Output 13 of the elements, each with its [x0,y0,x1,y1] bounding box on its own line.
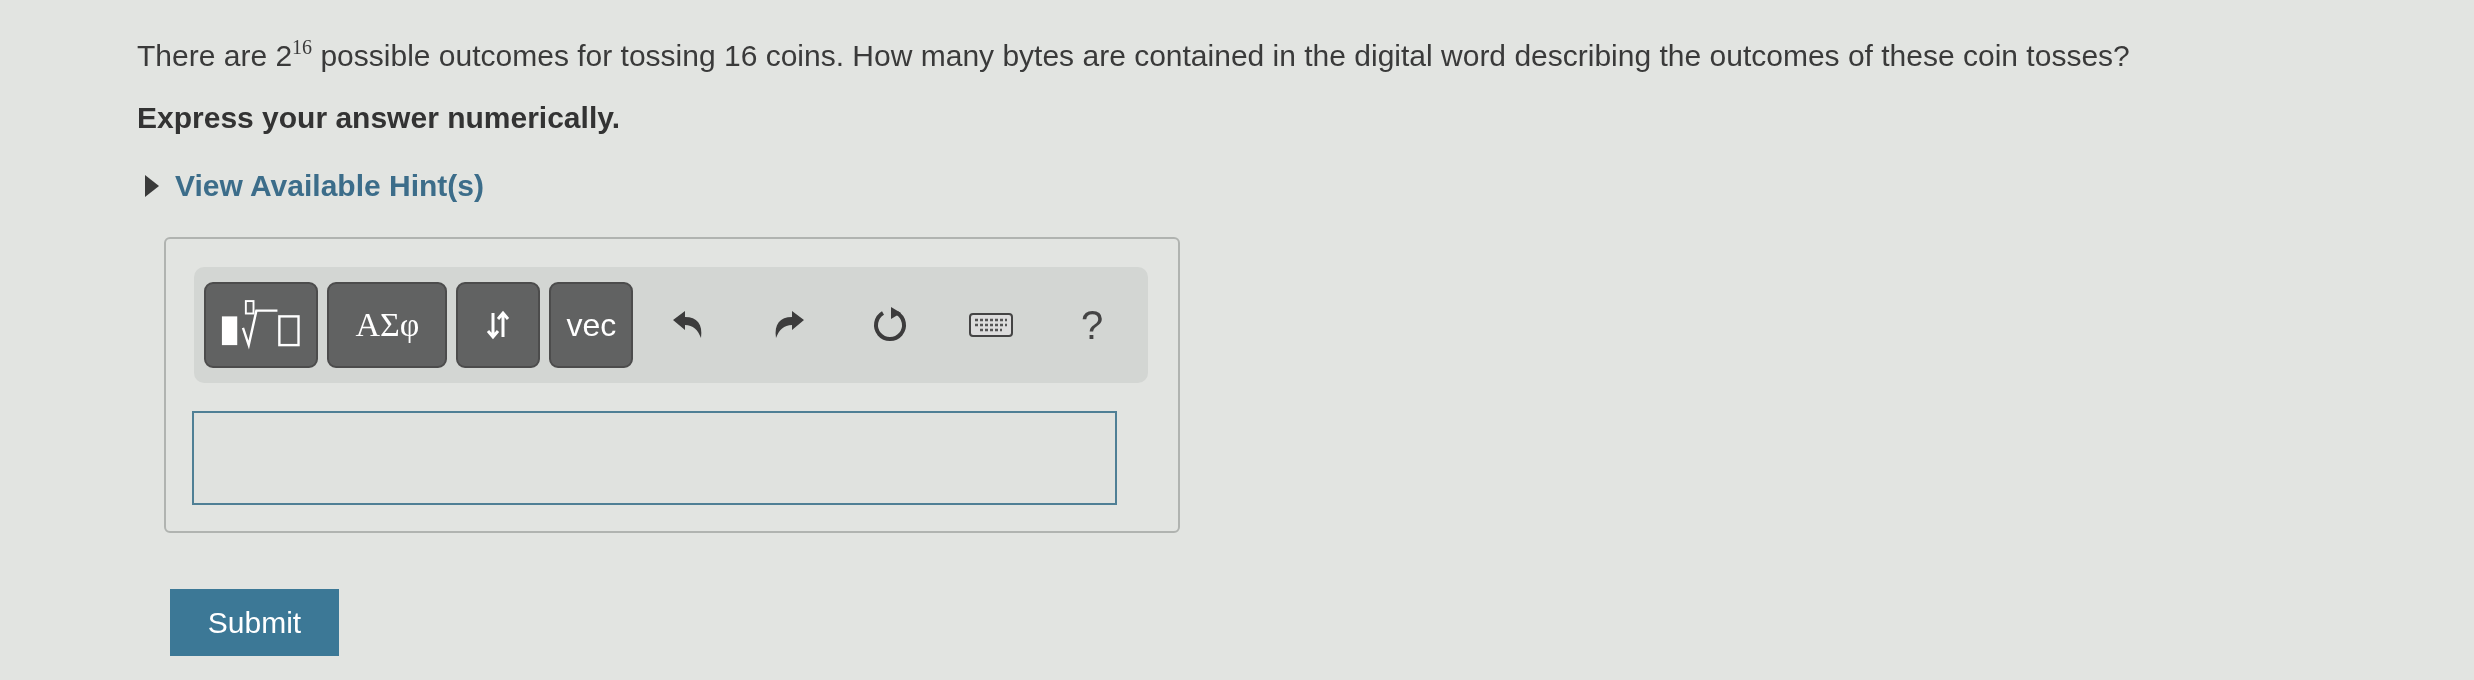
swap-button[interactable] [456,282,541,368]
instruction-text: Express your answer numerically. [137,101,621,135]
submit-button[interactable]: Submit [170,589,339,656]
template-button[interactable] [204,282,319,368]
symbol-button[interactable]: vec [549,282,634,368]
swap-arrows-icon [485,309,512,341]
symbol-button[interactable]: ΑΣφ [327,282,448,368]
keyboard-icon [968,312,1015,338]
hints-toggle[interactable]: View Available Hint(s) [145,169,484,203]
question-text: There are 2$^{16}$ possible outcomes for tossing 16 coins. How many bytes are contained in the digital word describing the outcomes of these coin tosses? [137,36,2131,73]
caret-right-icon [145,175,159,197]
answer-field[interactable] [192,411,1117,505]
help-button[interactable]: ? [1046,282,1139,368]
